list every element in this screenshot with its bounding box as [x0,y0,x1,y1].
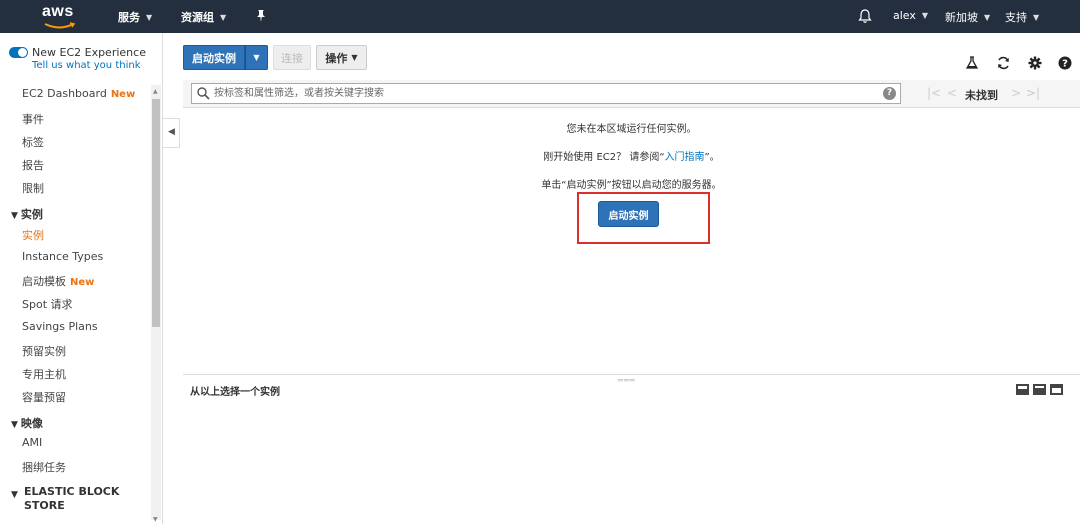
new-experience-toggle[interactable] [9,47,28,58]
section-label-line1: ELASTIC BLOCK [24,485,120,498]
prev-page-icon[interactable]: < [947,86,957,100]
layout-maximize-icon[interactable] [1050,384,1063,395]
sidebar-item-label: 启动模板 [22,275,66,288]
sidebar-item-reports[interactable]: 报告 [22,157,44,173]
refresh-icon[interactable] [996,56,1011,70]
user-name: alex [893,9,916,22]
triangle-down-icon: ▼ [11,420,18,430]
search-box: ? [191,83,901,104]
launch-instance-button[interactable]: 启动实例 [183,45,245,70]
sidebar-item-instances[interactable]: 实例 [22,227,44,243]
sidebar-section-images[interactable]: ▼ 映像 [11,415,43,431]
svg-text:?: ? [1062,59,1068,70]
sidebar-item-spot-requests[interactable]: Spot 请求 [22,296,73,312]
first-page-icon[interactable]: |< [927,86,941,100]
sidebar-item-dashboard[interactable]: EC2 Dashboard New [22,87,135,100]
actions-label: 操作 [325,51,348,65]
getting-started-line: 刚开始使用 EC2？ 请参阅“入门指南”。 [183,148,1080,163]
highlight-annotation-box [577,192,710,244]
sidebar-item-tags[interactable]: 标签 [22,134,44,150]
sidebar-scrollbar[interactable]: ▲ ▼ [151,85,161,523]
flask-icon[interactable] [966,56,978,70]
sidebar-item-capacity-reservations[interactable]: 容量预留 [22,389,66,405]
chevron-down-icon: ▼ [220,12,227,22]
aws-logo[interactable]: aws [42,3,76,29]
section-label-line2: STORE [24,499,65,512]
panel-layout-toggles [1016,384,1063,395]
chevron-down-icon: ▼ [146,12,153,22]
search-input[interactable] [214,86,884,101]
resource-groups-menu[interactable]: 资源组 ▼ [181,9,226,25]
sidebar-item-launch-templates[interactable]: 启动模板 New [22,273,94,289]
region-menu[interactable]: 新加坡 ▼ [945,9,990,25]
sidebar-section-instances[interactable]: ▼ 实例 [11,206,43,222]
panel-splitter[interactable] [183,374,1080,375]
sidebar-item-instance-types[interactable]: Instance Types [22,250,103,263]
sidebar-item-reserved-instances[interactable]: 预留实例 [22,343,66,359]
support-label: 支持 [1005,11,1027,24]
chevron-down-icon: ▼ [351,53,358,62]
last-page-icon[interactable]: >| [1026,86,1040,100]
chevron-down-icon: ▼ [984,12,991,22]
actions-button[interactable]: 操作 ▼ [316,45,367,70]
feedback-link[interactable]: Tell us what you think [32,60,141,71]
section-label: 映像 [20,417,43,430]
sidebar-item-bundle-tasks[interactable]: 捆绑任务 [22,459,66,475]
pager-status: 未找到 [965,89,998,102]
splitter-grip-icon[interactable]: ═══ [618,376,635,385]
sidebar-item-label: EC2 Dashboard [22,87,107,100]
search-icon [197,87,210,100]
getting-started-suffix: ”。 [704,152,720,163]
launch-hint-text: 单击“启动实例”按钮以启动您的服务器。 [541,180,722,191]
pin-icon[interactable] [255,9,267,23]
scroll-down-icon[interactable]: ▼ [153,516,158,523]
chevron-left-icon: ◀ [168,127,175,137]
triangle-down-icon: ▼ [11,211,18,221]
new-badge: New [110,89,136,100]
services-label: 服务 [118,11,140,24]
launch-instance-split-button: 启动实例 ▼ [183,45,268,70]
caret-down-icon: ▼ [253,53,260,62]
layout-bottom-large-icon[interactable] [1033,384,1046,395]
scrollbar-thumb[interactable] [152,99,160,327]
sidebar-item-events[interactable]: 事件 [22,111,44,127]
sidebar-collapse-handle[interactable]: ◀ [163,118,180,148]
search-help-icon[interactable]: ? [883,87,896,100]
chevron-down-icon: ▼ [921,11,929,20]
sidebar-item-savings-plans[interactable]: Savings Plans [22,320,98,333]
triangle-down-icon: ▼ [11,490,18,500]
getting-started-link[interactable]: 入门指南 [665,152,705,163]
getting-started-prefix: 刚开始使用 EC2？ 请参阅“ [543,152,665,163]
bell-icon[interactable] [858,8,872,24]
chevron-down-icon: ▼ [1033,12,1040,22]
sidebar: New EC2 Experience Tell us what you thin… [0,33,163,524]
support-menu[interactable]: 支持 ▼ [1005,9,1039,25]
details-panel-title: 从以上选择一个实例 [190,387,280,398]
resource-groups-label: 资源组 [181,11,214,24]
aws-smile-icon [44,22,76,29]
sidebar-item-dedicated-hosts[interactable]: 专用主机 [22,366,66,382]
gear-icon[interactable] [1028,56,1042,70]
user-menu[interactable]: alex ▼ [893,9,928,22]
toggle-knob [18,48,27,57]
sidebar-section-ebs[interactable]: ▼ ELASTIC BLOCK STORE [11,485,119,513]
sidebar-item-ami[interactable]: AMI [22,436,42,449]
filter-bar: ? |< < 未找到 > >| [183,80,1080,108]
section-label: 实例 [20,208,43,221]
connect-button[interactable]: 连接 [273,45,311,70]
help-icon[interactable]: ? [1058,56,1072,70]
layout-bottom-small-icon[interactable] [1016,384,1029,395]
launch-dropdown-button[interactable]: ▼ [245,45,268,70]
scroll-up-icon[interactable]: ▲ [153,88,158,95]
sidebar-item-limits[interactable]: 限制 [22,180,44,196]
next-page-icon[interactable]: > [1011,86,1021,100]
new-badge: New [70,277,95,288]
top-nav-bar: aws 服务 ▼ 资源组 ▼ alex ▼ 新加坡 ▼ 支持 ▼ [0,0,1080,33]
region-name: 新加坡 [945,11,978,24]
new-experience-label: New EC2 Experience [32,46,146,59]
services-menu[interactable]: 服务 ▼ [118,9,152,25]
empty-state-message: 您未在本区域运行任何实例。 [566,124,697,135]
aws-logo-text: aws [42,3,74,20]
